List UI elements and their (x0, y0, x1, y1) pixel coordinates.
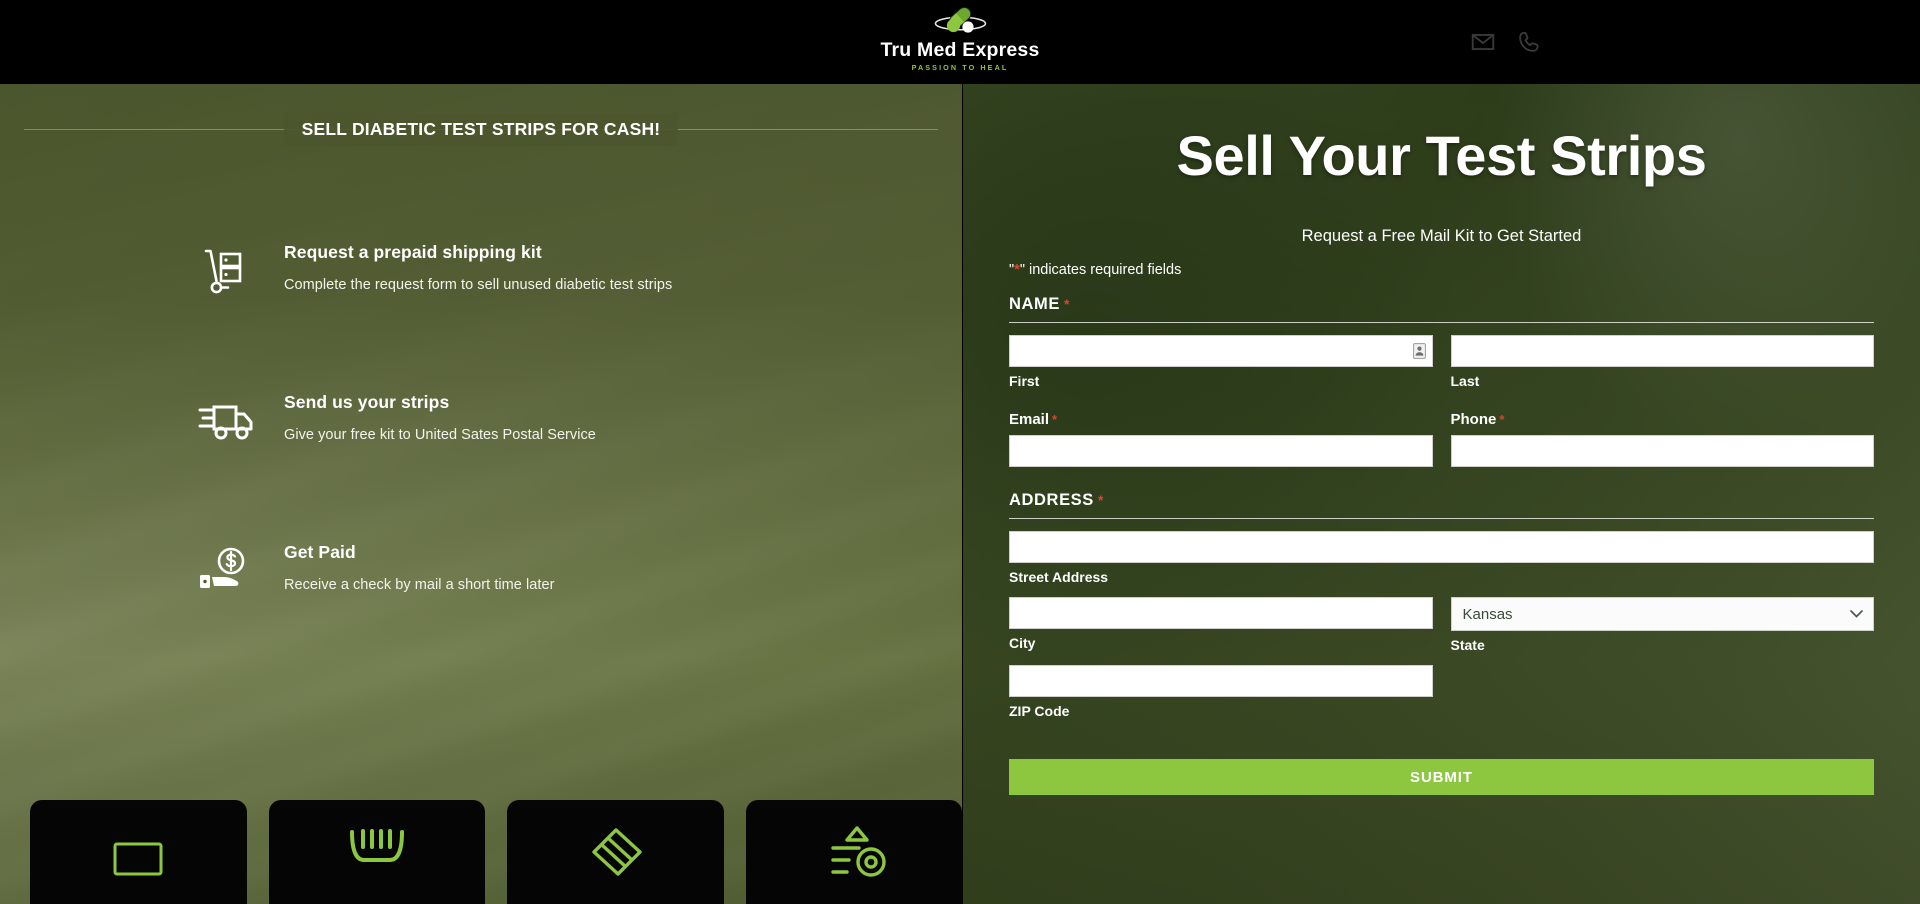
zip-row: ZIP Code (1009, 665, 1874, 719)
name-fields-row: First Last (1009, 335, 1874, 389)
first-name-input[interactable] (1009, 335, 1433, 368)
info-card[interactable] (30, 800, 247, 904)
street-address-label: Street Address (1009, 569, 1109, 586)
name-legend-text: NAME (1009, 295, 1060, 314)
city-group: City (1009, 597, 1433, 653)
email-required-asterisk: * (1052, 412, 1058, 428)
feature-list: Request a prepaid shipping kit Complete … (0, 240, 962, 600)
right-form-panel: Sell Your Test Strips Request a Free Mai… (963, 84, 1920, 904)
hero-split-section: SELL DIABETIC TEST STRIPS FOR CASH! Requ… (0, 84, 1920, 904)
delivery-truck-icon (196, 392, 258, 450)
form-title: Sell Your Test Strips (1176, 124, 1707, 187)
zip-group: ZIP Code (1009, 665, 1433, 719)
name-section-legend: NAME * (1009, 295, 1874, 324)
logo-tagline: PASSION TO HEAL (911, 62, 1009, 72)
test-strip-card-icon (113, 842, 163, 876)
state-select[interactable]: Kansas (1450, 597, 1874, 632)
city-input[interactable] (1009, 597, 1433, 630)
info-card[interactable] (268, 800, 485, 904)
document-seal-icon (831, 826, 886, 877)
phone-icon[interactable] (1516, 29, 1542, 55)
left-heading-text: SELL DIABETIC TEST STRIPS FOR CASH! (283, 112, 679, 146)
zip-code-label: ZIP Code (1009, 703, 1070, 720)
hand-truck-icon (196, 242, 258, 300)
info-card[interactable] (745, 800, 962, 904)
info-card[interactable] (507, 800, 724, 904)
address-required-asterisk: * (1097, 492, 1104, 509)
zip-code-input[interactable] (1009, 665, 1433, 698)
first-name-group: First (1009, 335, 1433, 389)
feature-description: Give your free kit to United Sates Posta… (284, 427, 596, 443)
phone-input[interactable] (1450, 435, 1874, 468)
street-address-group: Street Address (1009, 531, 1874, 585)
last-name-group: Last (1450, 335, 1874, 390)
address-section-legend: ADDRESS * (1009, 491, 1874, 520)
left-heading-block: SELL DIABETIC TEST STRIPS FOR CASH! (24, 106, 938, 152)
name-required-asterisk: * (1063, 296, 1071, 313)
street-address-input[interactable] (1009, 531, 1874, 564)
contact-fields-row: Email * Phone * (1009, 411, 1875, 468)
top-navigation-bar: Tru Med Express PASSION TO HEAL (0, 0, 1920, 84)
pill-capsule-logo-icon (934, 6, 986, 33)
topbar-contact-actions (1470, 0, 1920, 84)
form-subtitle: Request a Free Mail Kit to Get Started (1301, 227, 1582, 246)
strip-comb-icon (349, 829, 404, 862)
logo-wordmark: Tru Med Express (880, 39, 1040, 61)
feature-title: Request a prepaid shipping kit (284, 242, 542, 262)
site-logo[interactable]: Tru Med Express PASSION TO HEAL (880, 4, 1039, 71)
feature-item: Get Paid Receive a check by mail a short… (196, 540, 962, 600)
last-name-label: Last (1450, 373, 1480, 390)
stacked-boxes-icon (592, 828, 642, 876)
state-label: State (1450, 637, 1485, 654)
bottom-card-strip (0, 800, 962, 904)
feature-title: Get Paid (284, 542, 356, 562)
left-info-panel: SELL DIABETIC TEST STRIPS FOR CASH! Requ… (0, 84, 963, 904)
feature-title: Send us your strips (284, 392, 450, 412)
phone-label-text: Phone (1450, 411, 1497, 429)
email-label: Email * (1009, 411, 1433, 428)
submit-button[interactable]: SUBMIT (1009, 759, 1874, 796)
feature-item: Request a prepaid shipping kit Complete … (196, 240, 962, 300)
first-name-label: First (1009, 373, 1040, 390)
autofill-contact-icon[interactable] (1412, 343, 1426, 360)
phone-required-asterisk: * (1499, 412, 1505, 428)
phone-group: Phone * (1450, 411, 1875, 468)
required-note-text: " indicates required fields (1019, 262, 1182, 279)
email-label-text: Email (1009, 411, 1050, 429)
feature-description: Receive a check by mail a short time lat… (284, 577, 555, 593)
required-fields-note: "*" indicates required fields (1009, 262, 1874, 278)
feature-item: Send us your strips Give your free kit t… (196, 390, 962, 450)
hand-holding-dollar-icon (196, 542, 258, 600)
state-group: Kansas State (1450, 597, 1874, 654)
city-label: City (1009, 635, 1036, 652)
last-name-input[interactable] (1450, 335, 1874, 368)
email-input[interactable] (1009, 435, 1433, 468)
city-state-row: City Kansas State (1009, 597, 1874, 653)
address-legend-text: ADDRESS (1009, 491, 1094, 510)
phone-label: Phone * (1451, 411, 1875, 428)
page-root: Tru Med Express PASSION TO HEAL SELL DIA… (0, 0, 1920, 904)
envelope-icon[interactable] (1470, 29, 1496, 55)
email-group: Email * (1009, 411, 1433, 468)
feature-description: Complete the request form to sell unused… (284, 277, 673, 293)
